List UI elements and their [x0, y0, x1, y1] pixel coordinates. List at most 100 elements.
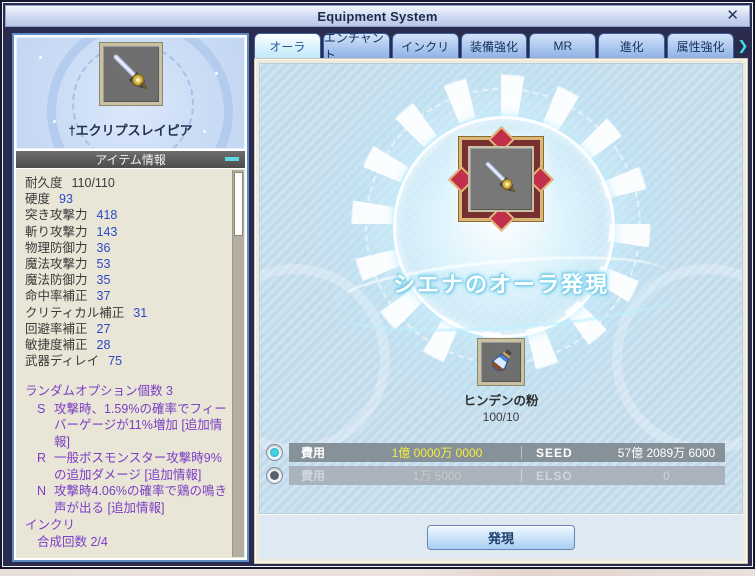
- powder-bottle-icon: [484, 345, 518, 379]
- tab[interactable]: 装備強化: [461, 33, 528, 58]
- tab[interactable]: MR: [529, 33, 596, 58]
- stat-row: 命中率補正 37: [25, 288, 227, 304]
- equipment-system-window: Equipment System ✕ †エクリプスレイピア: [0, 0, 755, 569]
- cost-bar: 費用 1億 0000万 0000 SEED 57億 2089万 6000: [289, 443, 725, 462]
- tab[interactable]: 属性強化: [667, 33, 734, 58]
- stat-value: 418: [97, 207, 118, 223]
- option-text: 攻撃時、1.59%の確率でフィーバーゲージが11%増加 [追加情報]: [54, 401, 227, 451]
- sparkle: [215, 72, 218, 75]
- item-info-header: アイテム情報: [16, 151, 245, 168]
- cost-value: 1億 0000万 0000: [353, 444, 521, 461]
- cost-bar: 費用 1万 5000 ELSO 0: [289, 466, 725, 485]
- game-background-strip: [0, 569, 755, 576]
- rapier-icon: [107, 50, 155, 98]
- rapier-icon: [480, 158, 522, 200]
- sparkle: [39, 56, 42, 59]
- tab-label: 属性強化: [677, 38, 725, 55]
- tab-bar: オーラ エンチャント インクリ 装備強化 MR 進: [254, 33, 749, 58]
- stat-value: 143: [97, 224, 118, 240]
- tab-label: インクリ: [401, 38, 449, 55]
- tab[interactable]: エンチャント: [323, 33, 390, 58]
- currency-label: SEED: [522, 446, 608, 460]
- action-strip: 発現: [259, 514, 743, 559]
- option-grade: N: [37, 483, 54, 516]
- random-option-row: S 攻撃時、1.59%の確率でフィーバーゲージが11%増加 [追加情報]: [25, 401, 227, 451]
- material-slot[interactable]: [478, 339, 524, 385]
- tab-label: オーラ: [269, 38, 305, 55]
- item-info-panel: †エクリプスレイピア アイテム情報 耐久度 110/110 硬度 93: [12, 33, 249, 562]
- window-title: Equipment System: [317, 9, 437, 24]
- cost-row: 費用 1億 0000万 0000 SEED 57億 2089万 6000: [267, 443, 725, 462]
- incli-header: インクリ: [25, 517, 227, 534]
- stat-row: 硬度 93: [25, 191, 227, 207]
- currency-label: ELSO: [522, 469, 608, 483]
- cost-radio[interactable]: [267, 468, 282, 483]
- random-options-header: ランダムオプション個数 3: [25, 383, 227, 400]
- stats-scrollbar-thumb[interactable]: [234, 172, 243, 236]
- stat-value: 37: [97, 288, 111, 304]
- option-text: 一般ボスモンスター攻撃時9%の追加ダメージ [追加情報]: [54, 450, 227, 483]
- stat-row: クリティカル補正 31: [25, 305, 227, 321]
- stat-label: クリティカル補正: [25, 305, 124, 321]
- stats-scrollbar[interactable]: [232, 170, 244, 557]
- synthesis-count: 合成回数 2/4: [37, 534, 227, 551]
- stat-label: 魔法防御力: [25, 272, 88, 288]
- collapse-icon[interactable]: [225, 157, 239, 161]
- stat-row: 斬り攻撃力 143: [25, 224, 227, 240]
- stat-row: 魔法防御力 35: [25, 272, 227, 288]
- stat-value: 53: [97, 256, 111, 272]
- material-name: ヒンデンの粉: [463, 390, 538, 409]
- title-bar: Equipment System ✕: [5, 5, 750, 27]
- aura-content: シエナのオーラ発現 ヒンデンの粉: [259, 63, 743, 514]
- stat-value: 27: [97, 321, 111, 337]
- tab-label: MR: [554, 39, 573, 53]
- material-count: 100/10: [483, 410, 520, 424]
- manifest-button[interactable]: 発現: [427, 525, 575, 550]
- stat-row: 魔法攻撃力 53: [25, 256, 227, 272]
- stat-value: 35: [97, 272, 111, 288]
- stat-value: 75: [108, 353, 122, 369]
- item-info-header-label: アイテム情報: [95, 151, 166, 168]
- cost-label: 費用: [289, 467, 353, 484]
- stat-label: 物理防御力: [25, 240, 88, 256]
- currency-value: 57億 2089万 6000: [608, 444, 725, 461]
- tab-label: 装備強化: [470, 38, 518, 55]
- currency-value: 0: [608, 469, 725, 483]
- random-options-block: ランダムオプション個数 3 S 攻撃時、1.59%の確率でフィーバーゲージが11…: [25, 383, 227, 550]
- stat-label: 武器ディレイ: [25, 353, 99, 369]
- cost-rows: 費用 1億 0000万 0000 SEED 57億 2089万 6000: [267, 443, 725, 485]
- stat-label: 魔法攻撃力: [25, 256, 88, 272]
- aura-target-slot[interactable]: [459, 137, 543, 221]
- option-grade: R: [37, 450, 54, 483]
- stat-row: 回避率補正 27: [25, 321, 227, 337]
- random-option-row: N 攻撃時4.06%の確率で鶏の鳴き声が出る [追加情報]: [25, 483, 227, 516]
- cost-row: 費用 1万 5000 ELSO 0: [267, 466, 725, 485]
- item-name: †エクリプスレイピア: [17, 120, 244, 139]
- stat-label: 突き攻撃力: [25, 207, 88, 223]
- stat-row: 武器ディレイ 75: [25, 353, 227, 369]
- option-grade: S: [37, 401, 54, 451]
- aura-main-panel: シエナのオーラ発現 ヒンデンの粉: [254, 58, 748, 564]
- stat-label: 硬度: [25, 191, 50, 207]
- close-icon[interactable]: ✕: [726, 7, 739, 25]
- tab[interactable]: インクリ: [392, 33, 459, 58]
- cost-label: 費用: [289, 444, 353, 461]
- stat-value: 93: [59, 191, 73, 207]
- stat-value: 110/110: [72, 175, 115, 191]
- cost-value: 1万 5000: [353, 467, 521, 484]
- aura-area: オーラ エンチャント インクリ 装備強化 MR 進: [254, 33, 749, 564]
- stat-row: 物理防御力 36: [25, 240, 227, 256]
- stat-value: 28: [97, 337, 111, 353]
- random-option-list: S 攻撃時、1.59%の確率でフィーバーゲージが11%増加 [追加情報] R 一…: [25, 401, 227, 517]
- cost-radio[interactable]: [267, 445, 282, 460]
- tab-scroll-right-icon[interactable]: ❯: [737, 35, 749, 56]
- stat-label: 斬り攻撃力: [25, 224, 88, 240]
- stat-label: 回避率補正: [25, 321, 88, 337]
- stat-label: 耐久度: [25, 175, 63, 191]
- item-showcase: †エクリプスレイピア: [16, 37, 245, 149]
- stat-row: 耐久度 110/110: [25, 175, 227, 191]
- equipped-item-slot[interactable]: [100, 43, 162, 105]
- tab[interactable]: 進化: [598, 33, 665, 58]
- tab-label: 進化: [620, 38, 644, 55]
- tab[interactable]: オーラ: [254, 33, 321, 58]
